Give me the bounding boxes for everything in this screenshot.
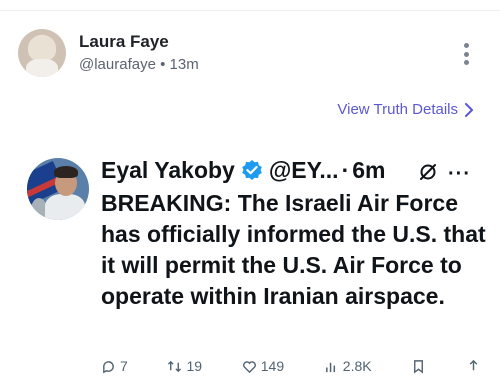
tweet-author-name[interactable]: Eyal Yakoby <box>101 157 235 184</box>
reply-button[interactable]: 7 <box>101 356 128 376</box>
view-truth-details-link[interactable]: View Truth Details <box>337 101 474 118</box>
views-button[interactable]: 2.8K <box>324 356 372 376</box>
grok-icon[interactable] <box>418 162 438 182</box>
reply-icon <box>103 360 114 373</box>
tweet-header: Eyal Yakoby @EY... · 6m <box>101 156 386 184</box>
kebab-menu-icon[interactable] <box>462 43 470 65</box>
avatar[interactable] <box>18 29 66 77</box>
author-name[interactable]: Laura Faye <box>79 32 169 52</box>
meta-separator: • <box>160 56 166 73</box>
bookmark-button[interactable] <box>411 356 426 376</box>
author-handle[interactable]: @laurafaye <box>79 56 156 73</box>
repost-icon <box>168 360 182 372</box>
top-divider <box>0 0 500 11</box>
tweet-time[interactable]: 6m <box>352 157 385 184</box>
tweet-more-button[interactable]: ··· <box>448 163 471 186</box>
share-icon <box>469 359 478 370</box>
verified-badge-icon <box>242 160 262 180</box>
views-count: 2.8K <box>342 358 372 374</box>
repost-button[interactable]: 19 <box>167 356 202 376</box>
author-meta: @laurafaye • 13m <box>79 56 199 73</box>
post-time: 13m <box>169 56 199 73</box>
tweet-avatar[interactable] <box>27 158 89 220</box>
share-button[interactable] <box>466 356 481 376</box>
like-button[interactable]: 149 <box>242 356 284 376</box>
tweet-actions: 7 19 149 2.8K <box>101 356 481 376</box>
tweet-text: BREAKING: The Israeli Air Force has offi… <box>101 190 486 309</box>
tweet-separator: · <box>341 156 350 183</box>
like-count: 149 <box>260 358 285 374</box>
like-icon <box>242 360 256 373</box>
chevron-right-icon <box>465 102 473 117</box>
bookmark-icon <box>414 359 424 374</box>
truth-details-label: View Truth Details <box>337 101 458 118</box>
views-icon <box>325 362 335 372</box>
repost-count: 19 <box>186 358 203 374</box>
reply-count: 7 <box>120 358 128 374</box>
tweet-author-handle[interactable]: @EY... <box>269 157 339 184</box>
